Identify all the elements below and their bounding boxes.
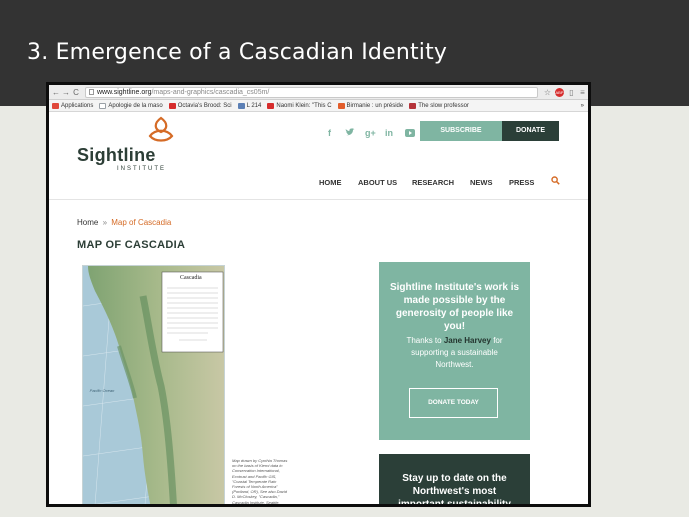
promo-heading: Sightline Institute's work is made possi…: [389, 282, 520, 332]
menu-icon[interactable]: ≡: [577, 88, 588, 97]
donate-today-button[interactable]: DONATE TODAY: [409, 388, 498, 418]
header-divider: [49, 199, 588, 200]
map-graphic: [83, 266, 224, 504]
search-icon[interactable]: [551, 176, 560, 185]
bookmark-label: The slow professor: [418, 102, 469, 109]
bookmark-item[interactable]: Birmanie : un préside: [337, 102, 404, 109]
bookmark-item[interactable]: L 214: [237, 102, 262, 109]
star-icon[interactable]: ☆: [542, 88, 553, 97]
url-path: /maps-and-graphics/cascadia_cs05m/: [151, 88, 270, 96]
youtube-icon[interactable]: [405, 129, 415, 139]
donation-promo-panel: Sightline Institute's work is made possi…: [379, 262, 530, 440]
newsletter-panel: Stay up to date on the Northwest's most …: [379, 454, 530, 504]
address-bar[interactable]: www.sightline.org/maps-and-graphics/casc…: [85, 86, 538, 98]
promo-donor-name: Jane Harvey: [443, 336, 491, 345]
newsletter-heading: Stay up to date on the Northwest's most …: [398, 473, 511, 504]
forward-arrow-icon[interactable]: →: [61, 88, 71, 97]
bookmarks-bar: Applications Apologie de la maso Octavia…: [49, 100, 588, 112]
breadcrumb: Home » Map of Cascadia: [77, 218, 171, 227]
promo-text-pre: Thanks to: [406, 336, 444, 345]
map-legend-title: Cascadia: [180, 275, 202, 281]
logo-subtitle: INSTITUTE: [117, 166, 166, 172]
browser-window: ← → C www.sightline.org/maps-and-graphic…: [49, 85, 588, 504]
sightline-logo-icon[interactable]: [146, 115, 176, 145]
logo-wordmark[interactable]: Sightline: [77, 145, 156, 166]
cascadia-map-image[interactable]: Cascadia Pacific Ocean: [82, 265, 225, 504]
bookmark-label: Octavia's Brood: Sci: [177, 102, 232, 109]
bookmark-item[interactable]: Naomi Klein: "This C: [267, 102, 332, 109]
nav-item-about-us[interactable]: ABOUT US: [358, 178, 397, 187]
google-plus-icon[interactable]: g+: [365, 128, 376, 138]
promo-text: Thanks to Jane Harvey for supporting a s…: [393, 335, 516, 371]
folder-icon: [237, 102, 245, 109]
adblock-icon[interactable]: ABP: [555, 87, 564, 97]
extension-icon[interactable]: ▯: [566, 88, 577, 97]
slide-title: 3. Emergence of a Cascadian Identity: [27, 40, 448, 65]
bookmark-item[interactable]: Octavia's Brood: Sci: [168, 102, 232, 109]
nav-item-news[interactable]: NEWS: [470, 178, 493, 187]
subscribe-button[interactable]: SUBSCRIBE: [420, 121, 502, 141]
site-favicon-icon: [337, 102, 345, 109]
bookmark-label: Naomi Klein: "This C: [276, 102, 332, 109]
facebook-icon[interactable]: f: [328, 128, 331, 138]
page-icon: [89, 89, 94, 95]
linkedin-icon[interactable]: in: [385, 128, 393, 138]
youtube-icon: [267, 102, 275, 109]
bookmark-item[interactable]: Apologie de la maso: [99, 102, 163, 109]
nav-item-press[interactable]: PRESS: [509, 178, 534, 187]
browser-toolbar: ← → C www.sightline.org/maps-and-graphic…: [49, 85, 588, 100]
url-domain: www.sightline.org: [97, 88, 152, 96]
bookmarks-overflow-icon[interactable]: »: [581, 103, 584, 109]
nav-item-home[interactable]: HOME: [319, 178, 342, 187]
page-title: MAP OF CASCADIA: [77, 239, 186, 251]
page-icon: [99, 102, 107, 109]
twitter-icon[interactable]: [345, 128, 355, 139]
breadcrumb-home[interactable]: Home: [77, 218, 98, 227]
reload-icon[interactable]: C: [71, 88, 81, 97]
site-favicon-icon: [409, 102, 417, 109]
bookmark-label: L 214: [246, 102, 262, 109]
map-caption: Map drawn by Cynthia Thomas on the basis…: [232, 458, 288, 504]
youtube-icon: [168, 102, 176, 109]
apps-icon: [52, 102, 59, 109]
bookmark-label: Birmanie : un préside: [346, 102, 404, 109]
map-ocean-label: Pacific Ocean: [89, 388, 115, 393]
breadcrumb-current: Map of Cascadia: [111, 218, 172, 227]
web-page: Sightline INSTITUTE f g+ in SUBSCRIBE DO…: [49, 112, 588, 504]
bookmark-item[interactable]: Applications: [52, 102, 94, 109]
bookmark-label: Apologie de la maso: [108, 102, 163, 109]
bookmark-label: Applications: [61, 102, 94, 109]
bookmark-item[interactable]: The slow professor: [409, 102, 469, 109]
donate-button[interactable]: DONATE: [502, 121, 559, 141]
site-header: Sightline INSTITUTE f g+ in SUBSCRIBE DO…: [49, 112, 588, 187]
breadcrumb-separator: »: [102, 218, 108, 227]
back-arrow-icon[interactable]: ←: [51, 88, 61, 97]
nav-item-research[interactable]: RESEARCH: [412, 178, 454, 187]
